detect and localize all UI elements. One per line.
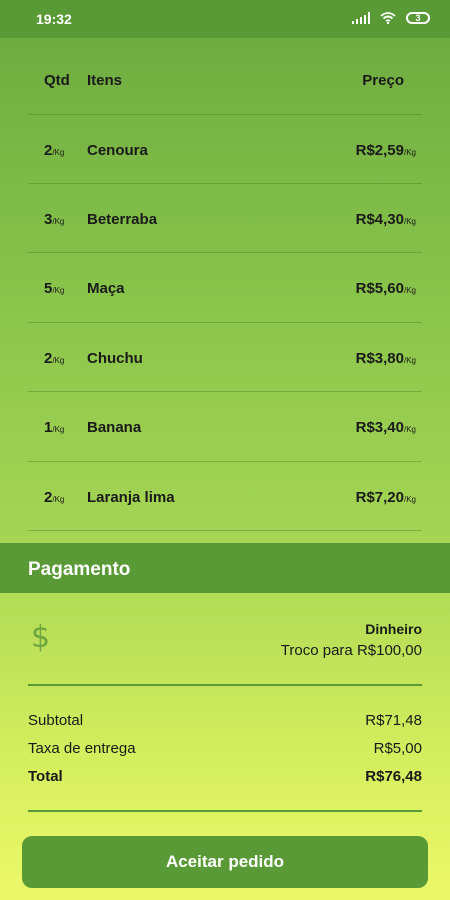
wifi-icon (380, 12, 396, 24)
payment-change: Troco para R$100,00 (280, 642, 422, 659)
divider (28, 810, 422, 812)
row-price: R$2,59/Kg (355, 142, 416, 159)
accept-order-button[interactable]: Aceitar pedido (22, 836, 428, 888)
delivery-fee-value: R$5,00 (373, 740, 422, 757)
divider (28, 684, 422, 686)
row-qty: 5/Kg (44, 280, 65, 297)
signal-icon (352, 12, 370, 24)
status-bar: 19:32 3 (0, 0, 450, 38)
row-qty: 2/Kg (44, 142, 65, 159)
subtotal-value: R$71,48 (365, 712, 422, 729)
row-price: R$5,60/Kg (355, 280, 416, 297)
row-price: R$3,80/Kg (355, 350, 416, 367)
header-qty: Qtd (44, 72, 70, 89)
table-header: Qtd Itens Preço (0, 72, 450, 92)
payment-header: Pagamento (0, 543, 450, 593)
row-qty: 2/Kg (44, 350, 65, 367)
row-qty: 1/Kg (44, 419, 65, 436)
status-icons: 3 (352, 12, 430, 24)
payment-title: Pagamento (28, 559, 131, 580)
table-row: 2/Kg Chuchu R$3,80/Kg (28, 322, 422, 392)
table-bottom-divider (28, 530, 422, 531)
row-item-name: Maça (87, 280, 125, 297)
total-value: R$76,48 (365, 768, 422, 785)
table-row: 1/Kg Banana R$3,40/Kg (28, 391, 422, 461)
table-row: 2/Kg Laranja lima R$7,20/Kg (28, 461, 422, 531)
table-row: 3/Kg Beterraba R$4,30/Kg (28, 183, 422, 253)
payment-method: Dinheiro (365, 621, 422, 637)
row-price: R$4,30/Kg (355, 211, 416, 228)
delivery-fee-label: Taxa de entrega (28, 740, 136, 757)
battery-icon: 3 (406, 12, 430, 24)
status-time: 19:32 (36, 11, 72, 27)
table-row: 5/Kg Maça R$5,60/Kg (28, 252, 422, 322)
row-qty: 3/Kg (44, 211, 65, 228)
header-price: Preço (362, 72, 404, 89)
table-row: 2/Kg Cenoura R$2,59/Kg (28, 114, 422, 184)
subtotal-label: Subtotal (28, 712, 84, 729)
row-item-name: Chuchu (87, 350, 143, 367)
row-item-name: Banana (87, 419, 142, 436)
total-label: Total (28, 768, 63, 785)
row-price: R$7,20/Kg (355, 489, 416, 506)
row-item-name: Cenoura (87, 142, 148, 159)
row-price: R$3,40/Kg (355, 419, 416, 436)
row-item-name: Beterraba (87, 211, 158, 228)
row-qty: 2/Kg (44, 489, 65, 506)
header-items: Itens (87, 72, 123, 89)
dollar-icon: $ (31, 620, 51, 655)
row-item-name: Laranja lima (87, 489, 175, 506)
